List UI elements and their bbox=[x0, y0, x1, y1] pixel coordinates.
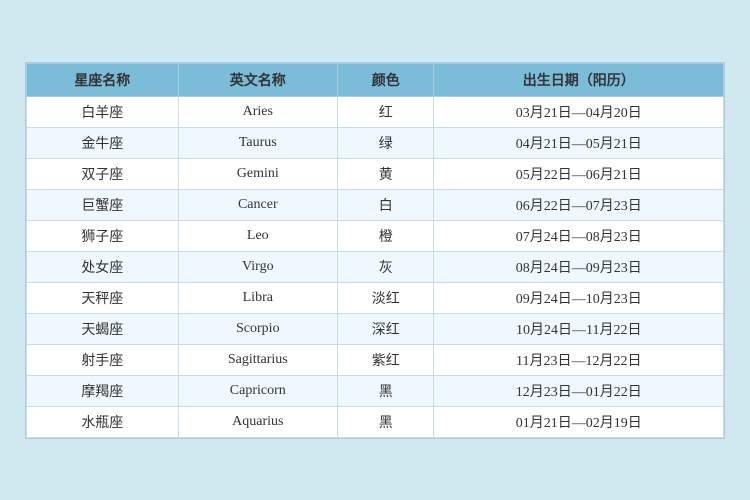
table-row: 射手座Sagittarius紫红11月23日—12月22日 bbox=[27, 344, 724, 375]
table-row: 双子座Gemini黄05月22日—06月21日 bbox=[27, 158, 724, 189]
cell-dates: 10月24日—11月22日 bbox=[434, 313, 724, 344]
table-row: 巨蟹座Cancer白06月22日—07月23日 bbox=[27, 189, 724, 220]
cell-dates: 05月22日—06月21日 bbox=[434, 158, 724, 189]
cell-dates: 08月24日—09月23日 bbox=[434, 251, 724, 282]
cell-english-name: Gemini bbox=[178, 158, 337, 189]
cell-chinese-name: 水瓶座 bbox=[27, 406, 179, 437]
cell-english-name: Aries bbox=[178, 96, 337, 127]
table-row: 水瓶座Aquarius黑01月21日—02月19日 bbox=[27, 406, 724, 437]
cell-color: 紫红 bbox=[337, 344, 434, 375]
cell-color: 灰 bbox=[337, 251, 434, 282]
table-row: 天秤座Libra淡红09月24日—10月23日 bbox=[27, 282, 724, 313]
cell-color: 深红 bbox=[337, 313, 434, 344]
cell-english-name: Taurus bbox=[178, 127, 337, 158]
cell-english-name: Scorpio bbox=[178, 313, 337, 344]
cell-english-name: Virgo bbox=[178, 251, 337, 282]
cell-chinese-name: 双子座 bbox=[27, 158, 179, 189]
cell-dates: 11月23日—12月22日 bbox=[434, 344, 724, 375]
cell-chinese-name: 金牛座 bbox=[27, 127, 179, 158]
table-row: 狮子座Leo橙07月24日—08月23日 bbox=[27, 220, 724, 251]
cell-chinese-name: 摩羯座 bbox=[27, 375, 179, 406]
cell-english-name: Sagittarius bbox=[178, 344, 337, 375]
header-english-name: 英文名称 bbox=[178, 63, 337, 96]
cell-dates: 06月22日—07月23日 bbox=[434, 189, 724, 220]
cell-chinese-name: 天秤座 bbox=[27, 282, 179, 313]
table-body: 白羊座Aries红03月21日—04月20日金牛座Taurus绿04月21日—0… bbox=[27, 96, 724, 437]
zodiac-table: 星座名称 英文名称 颜色 出生日期（阳历） 白羊座Aries红03月21日—04… bbox=[26, 63, 724, 438]
cell-dates: 07月24日—08月23日 bbox=[434, 220, 724, 251]
zodiac-table-container: 星座名称 英文名称 颜色 出生日期（阳历） 白羊座Aries红03月21日—04… bbox=[25, 62, 725, 439]
cell-color: 淡红 bbox=[337, 282, 434, 313]
cell-chinese-name: 天蝎座 bbox=[27, 313, 179, 344]
cell-english-name: Libra bbox=[178, 282, 337, 313]
cell-color: 黑 bbox=[337, 406, 434, 437]
cell-english-name: Capricorn bbox=[178, 375, 337, 406]
cell-dates: 01月21日—02月19日 bbox=[434, 406, 724, 437]
cell-chinese-name: 射手座 bbox=[27, 344, 179, 375]
cell-english-name: Leo bbox=[178, 220, 337, 251]
cell-color: 绿 bbox=[337, 127, 434, 158]
header-dates: 出生日期（阳历） bbox=[434, 63, 724, 96]
cell-color: 黑 bbox=[337, 375, 434, 406]
cell-dates: 12月23日—01月22日 bbox=[434, 375, 724, 406]
cell-chinese-name: 处女座 bbox=[27, 251, 179, 282]
table-row: 金牛座Taurus绿04月21日—05月21日 bbox=[27, 127, 724, 158]
cell-chinese-name: 巨蟹座 bbox=[27, 189, 179, 220]
cell-dates: 09月24日—10月23日 bbox=[434, 282, 724, 313]
table-row: 摩羯座Capricorn黑12月23日—01月22日 bbox=[27, 375, 724, 406]
cell-dates: 04月21日—05月21日 bbox=[434, 127, 724, 158]
cell-chinese-name: 白羊座 bbox=[27, 96, 179, 127]
cell-color: 橙 bbox=[337, 220, 434, 251]
table-header-row: 星座名称 英文名称 颜色 出生日期（阳历） bbox=[27, 63, 724, 96]
table-row: 处女座Virgo灰08月24日—09月23日 bbox=[27, 251, 724, 282]
table-row: 天蝎座Scorpio深红10月24日—11月22日 bbox=[27, 313, 724, 344]
cell-dates: 03月21日—04月20日 bbox=[434, 96, 724, 127]
cell-color: 红 bbox=[337, 96, 434, 127]
header-chinese-name: 星座名称 bbox=[27, 63, 179, 96]
cell-chinese-name: 狮子座 bbox=[27, 220, 179, 251]
cell-english-name: Aquarius bbox=[178, 406, 337, 437]
cell-color: 白 bbox=[337, 189, 434, 220]
cell-english-name: Cancer bbox=[178, 189, 337, 220]
header-color: 颜色 bbox=[337, 63, 434, 96]
table-row: 白羊座Aries红03月21日—04月20日 bbox=[27, 96, 724, 127]
cell-color: 黄 bbox=[337, 158, 434, 189]
